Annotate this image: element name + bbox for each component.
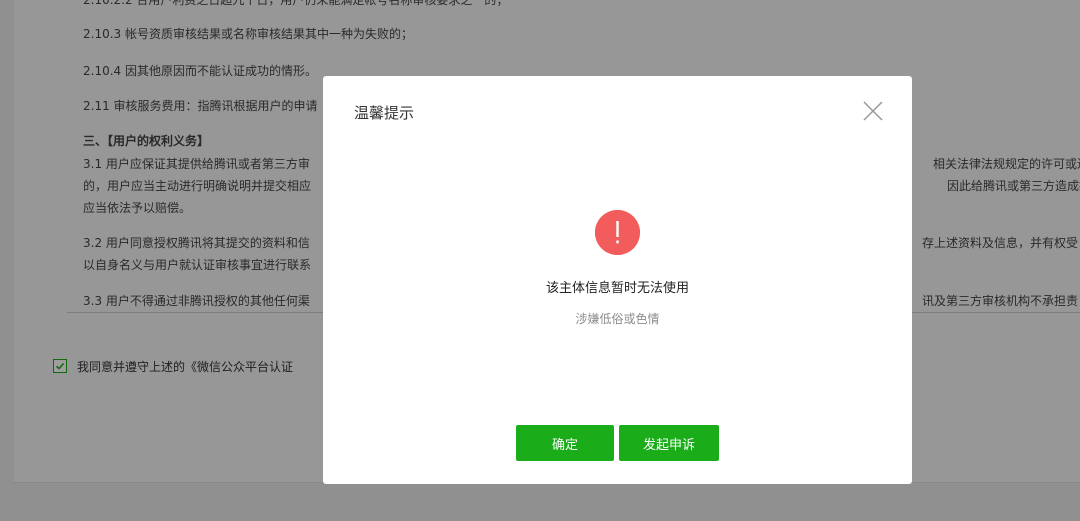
dialog-title: 温馨提示 — [354, 104, 415, 122]
appeal-button[interactable]: 发起申诉 — [619, 425, 719, 461]
close-button[interactable] — [862, 100, 884, 122]
close-icon — [863, 101, 883, 121]
dialog-reason: 涉嫌低俗或色情 — [575, 312, 660, 326]
exclamation-icon — [595, 210, 640, 255]
warning-dialog: 温馨提示 该主体信息暂时无法使用 涉嫌低俗或色情 确定 发起申诉 — [323, 76, 912, 484]
dialog-message: 该主体信息暂时无法使用 — [545, 281, 689, 296]
confirm-button[interactable]: 确定 — [516, 425, 614, 461]
warning-icon — [595, 210, 640, 255]
